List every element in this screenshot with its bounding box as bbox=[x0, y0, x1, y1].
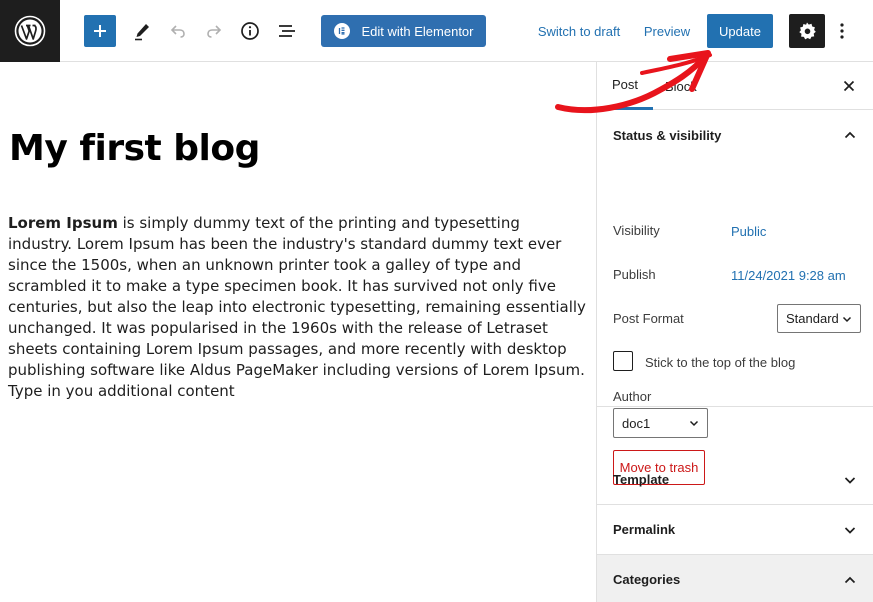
post-title[interactable]: My first blog bbox=[9, 128, 260, 169]
tab-block[interactable]: Block bbox=[665, 62, 697, 110]
redo-icon bbox=[207, 25, 222, 38]
chevron-down-icon bbox=[842, 316, 852, 323]
list-view-button[interactable] bbox=[270, 15, 302, 47]
chevron-up-icon bbox=[844, 131, 856, 139]
info-icon bbox=[241, 22, 259, 40]
gear-icon bbox=[799, 22, 816, 40]
tab-post[interactable]: Post bbox=[597, 62, 654, 110]
status-visibility-panel: Status & visibility Visibility Public Pu… bbox=[597, 110, 873, 485]
collapsed-panels: Template Permalink Categories bbox=[597, 455, 873, 602]
paragraph-text: is simply dummy text of the printing and… bbox=[8, 214, 586, 400]
elementor-icon bbox=[333, 23, 350, 39]
status-visibility-toggle[interactable]: Status & visibility bbox=[597, 110, 873, 160]
more-vertical-icon bbox=[840, 23, 844, 39]
pencil-icon bbox=[135, 24, 149, 41]
update-button[interactable]: Update bbox=[707, 14, 773, 48]
sticky-checkbox[interactable] bbox=[613, 351, 633, 371]
author-select[interactable]: doc1 bbox=[613, 408, 708, 438]
editor-toolbar: Edit with Elementor Switch to draft Prev… bbox=[0, 0, 873, 62]
tab-post-label: Post bbox=[612, 77, 639, 92]
chevron-up-icon bbox=[844, 576, 856, 584]
close-icon bbox=[843, 80, 855, 92]
categories-heading: Categories bbox=[613, 572, 681, 587]
author-value: doc1 bbox=[622, 415, 651, 431]
details-button[interactable] bbox=[234, 15, 266, 47]
tools-button[interactable] bbox=[126, 15, 158, 47]
redo-button[interactable] bbox=[198, 15, 230, 47]
permalink-panel-toggle[interactable]: Permalink bbox=[597, 505, 873, 555]
settings-button[interactable] bbox=[789, 14, 825, 48]
categories-panel-toggle[interactable]: Categories bbox=[597, 555, 873, 602]
list-view-icon bbox=[279, 25, 295, 37]
chevron-down-icon bbox=[844, 527, 856, 534]
options-menu-button[interactable] bbox=[830, 15, 854, 47]
undo-icon bbox=[170, 25, 185, 38]
status-visibility-heading: Status & visibility bbox=[613, 127, 722, 143]
settings-sidebar: Post Block Status & visibility Visibilit… bbox=[596, 62, 873, 602]
publish-label: Publish bbox=[613, 267, 656, 282]
post-format-value: Standard bbox=[786, 311, 839, 326]
paragraph-bold-text: Lorem Ipsum bbox=[8, 214, 118, 232]
visibility-value-link[interactable]: Public bbox=[731, 224, 766, 239]
close-sidebar-button[interactable] bbox=[839, 76, 859, 96]
permalink-heading: Permalink bbox=[613, 522, 676, 537]
switch-to-draft-label: Switch to draft bbox=[537, 23, 621, 39]
preview-label: Preview bbox=[643, 23, 691, 39]
preview-button[interactable]: Preview bbox=[640, 15, 694, 47]
plus-icon bbox=[94, 25, 106, 37]
wordpress-logo[interactable] bbox=[0, 0, 60, 62]
undo-button[interactable] bbox=[162, 15, 194, 47]
chevron-down-icon bbox=[844, 477, 856, 484]
sticky-label: Stick to the top of the blog bbox=[645, 355, 796, 370]
update-label: Update bbox=[719, 23, 761, 39]
chevron-down-icon bbox=[689, 420, 699, 427]
switch-to-draft-button[interactable]: Switch to draft bbox=[534, 15, 624, 47]
tab-block-label: Block bbox=[665, 78, 697, 94]
wordpress-logo-icon bbox=[14, 15, 46, 47]
template-panel-toggle[interactable]: Template bbox=[597, 455, 873, 505]
edit-with-elementor-button[interactable]: Edit with Elementor bbox=[321, 15, 486, 47]
add-block-button[interactable] bbox=[84, 15, 116, 47]
editor-canvas: My first blog Lorem Ipsum is simply dumm… bbox=[0, 62, 596, 602]
template-heading: Template bbox=[613, 472, 670, 487]
sidebar-tabs: Post Block bbox=[597, 62, 873, 110]
paragraph-block[interactable]: Lorem Ipsum is simply dummy text of the … bbox=[8, 213, 588, 402]
visibility-label: Visibility bbox=[613, 223, 660, 238]
publish-date-link[interactable]: 11/24/2021 9:28 am bbox=[731, 268, 846, 283]
post-format-label: Post Format bbox=[613, 311, 684, 326]
elementor-button-label: Edit with Elementor bbox=[361, 23, 474, 39]
author-label: Author bbox=[613, 389, 652, 404]
post-format-select[interactable]: Standard bbox=[777, 304, 861, 333]
